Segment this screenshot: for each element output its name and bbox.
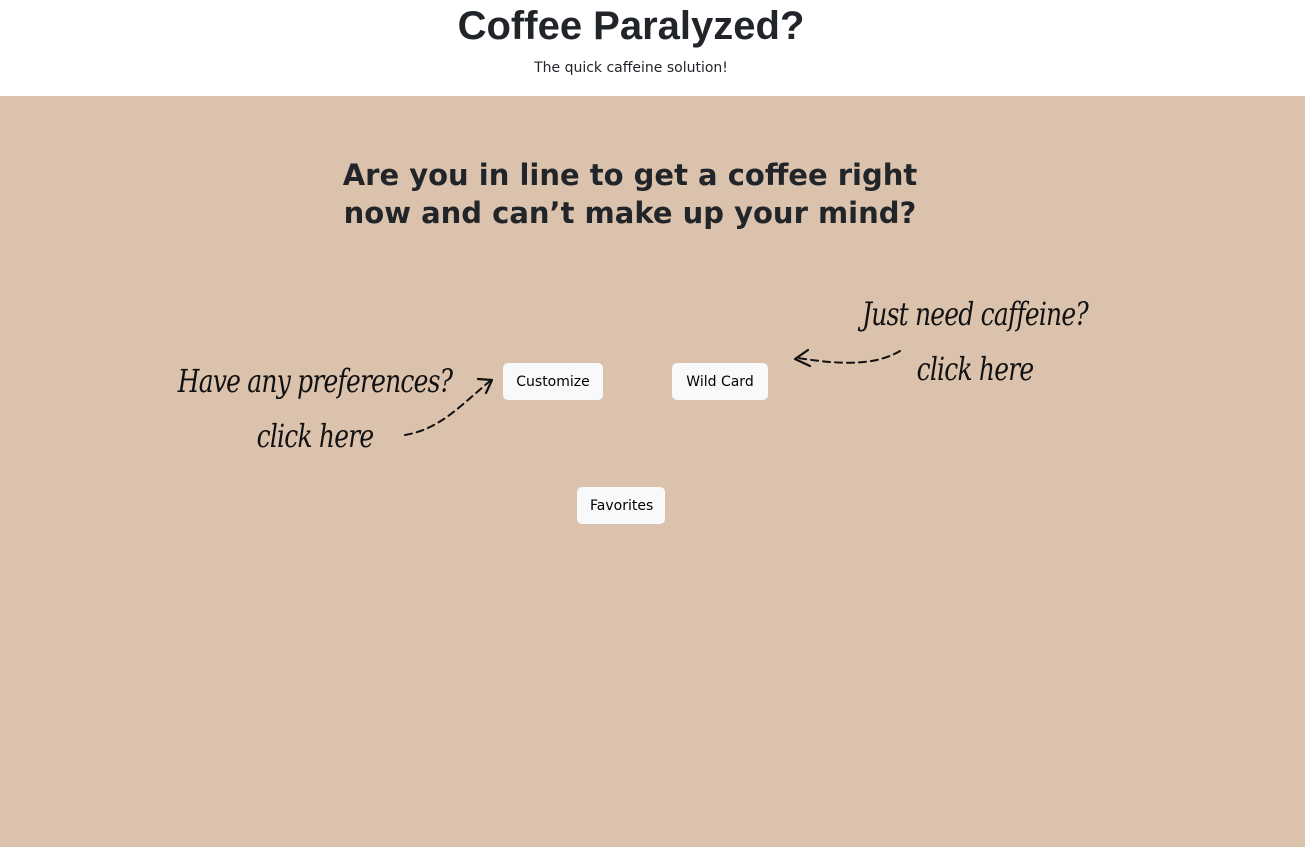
site-subtitle: The quick caffeine solution! — [534, 60, 728, 76]
dashed-arrow-icon — [404, 377, 494, 436]
wild-card-button[interactable]: Wild Card — [672, 363, 768, 400]
main-section: Are you in line to get a coffee right no… — [0, 96, 1305, 847]
customize-button[interactable]: Customize — [503, 363, 603, 400]
preferences-click-here-annotation: click here — [256, 417, 375, 455]
caffeine-annotation: Just need caffeine? — [862, 295, 1089, 333]
site-header: Coffee Paralyzed? The quick caffeine sol… — [0, 0, 1305, 96]
caffeine-click-here-annotation: click here — [916, 350, 1035, 388]
favorites-button[interactable]: Favorites — [577, 487, 665, 524]
site-title: Coffee Paralyzed? — [457, 4, 805, 48]
question-heading: Are you in line to get a coffee right no… — [342, 158, 918, 230]
